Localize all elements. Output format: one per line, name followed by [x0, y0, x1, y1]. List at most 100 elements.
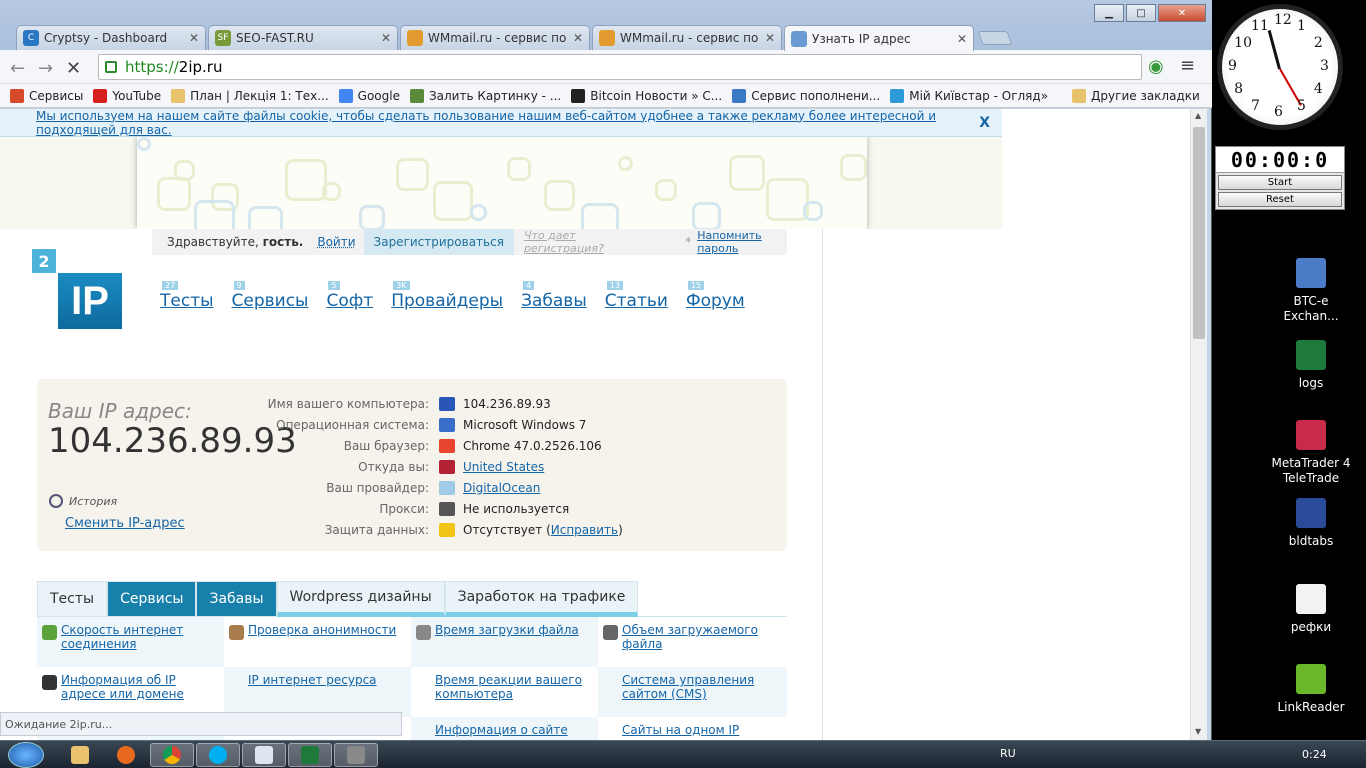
- stop-icon[interactable]: ✕: [66, 58, 81, 79]
- bookmark-item[interactable]: Мій Київстар - Огляд: [890, 88, 1041, 103]
- close-tab-icon[interactable]: ✕: [381, 31, 391, 45]
- language-indicator[interactable]: RU: [1000, 747, 1016, 760]
- close-tab-icon[interactable]: ✕: [189, 31, 199, 45]
- start-button[interactable]: [8, 742, 44, 768]
- service-link[interactable]: Время загрузки файла: [435, 623, 579, 637]
- menu-item[interactable]: 13 Статьи: [605, 281, 668, 311]
- section-tab[interactable]: Забавы: [196, 581, 277, 617]
- menu-label: Сервисы: [231, 291, 309, 311]
- menu-icon[interactable]: ≡: [1180, 55, 1195, 76]
- service-link[interactable]: Проверка анонимности: [248, 623, 396, 637]
- section-tab[interactable]: Тесты: [37, 581, 108, 617]
- menu-item[interactable]: 4 Забавы: [521, 281, 587, 311]
- fix-link[interactable]: Исправить: [551, 523, 618, 537]
- menu-item[interactable]: 5 Софт: [326, 281, 373, 311]
- minimize-button[interactable]: ▁: [1094, 4, 1124, 22]
- bookmark-item[interactable]: Сервисы: [10, 88, 83, 103]
- menu-item[interactable]: 9 Сервисы: [231, 281, 309, 311]
- chrome-icon: [163, 746, 181, 764]
- taskbar-skype[interactable]: [196, 743, 240, 767]
- menu-item[interactable]: 3K Провайдеры: [391, 281, 503, 311]
- bookmark-item[interactable]: Google: [338, 88, 400, 103]
- bookmark-item[interactable]: YouTube: [93, 88, 161, 103]
- stopwatch-start-button[interactable]: Start: [1218, 175, 1342, 190]
- address-bar[interactable]: https://2ip.ru: [98, 54, 1142, 80]
- site-logo[interactable]: 2 IP: [30, 249, 122, 331]
- bookmarks-more[interactable]: »: [1041, 89, 1048, 103]
- bookmark-item[interactable]: Bitcoin Новости » С...: [571, 88, 722, 103]
- bookmark-item[interactable]: План | Лекція 1: Тех...: [171, 88, 329, 103]
- service-link[interactable]: IP интернет ресурса: [248, 673, 377, 687]
- page-content: Мы используем на нашем сайте файлы cooki…: [0, 109, 1190, 740]
- taskbar-firefox[interactable]: [104, 743, 148, 767]
- register-button[interactable]: Зарегистрироваться: [363, 229, 514, 255]
- desktop-shortcut[interactable]: LinkReader: [1271, 664, 1351, 715]
- remind-password-link[interactable]: Напомнить пароль: [697, 229, 787, 255]
- system-clock[interactable]: 0:24: [1302, 748, 1327, 761]
- desktop-shortcut[interactable]: BTC-e Exchan...: [1271, 258, 1351, 324]
- registration-info-link[interactable]: Что дает регистрация?: [524, 229, 635, 255]
- forward-icon[interactable]: →: [38, 58, 53, 79]
- info-row: Откуда вы: United States: [237, 456, 623, 477]
- close-window-button[interactable]: ✕: [1158, 4, 1206, 22]
- taskbar-app[interactable]: [334, 743, 378, 767]
- browser-tab[interactable]: SF SEO-FAST.RU ✕: [208, 25, 398, 50]
- browser-tab[interactable]: C Cryptsy - Dashboard ✕: [16, 25, 206, 50]
- browser-window: ▁ □ ✕ C Cryptsy - Dashboard ✕ SF SEO-FAST.RU…: [0, 0, 1212, 740]
- taskbar-chrome[interactable]: [150, 743, 194, 767]
- bookmark-icon: [93, 88, 108, 103]
- history-link[interactable]: История: [49, 494, 117, 508]
- taskbar-excel[interactable]: [288, 743, 332, 767]
- service-link[interactable]: Скорость интернет соединения: [61, 623, 183, 651]
- change-ip-link[interactable]: Сменить IP-адрес: [65, 516, 185, 531]
- browser-tab[interactable]: Узнать IP адрес ✕: [784, 25, 974, 51]
- desktop-shortcut[interactable]: MetaTrader 4 TeleTrade: [1271, 420, 1351, 486]
- service-link[interactable]: Информация о сайте: [435, 723, 568, 737]
- guest-label: гость.: [262, 235, 304, 249]
- shortcut-label: BTC-e Exchan...: [1283, 294, 1339, 323]
- bookmark-item[interactable]: Залить Картинку - ...: [409, 88, 561, 103]
- desktop-shortcut[interactable]: рефки: [1271, 584, 1351, 635]
- section-tab[interactable]: Wordpress дизайны: [276, 581, 445, 617]
- desktop-shortcut[interactable]: bldtabs: [1271, 498, 1351, 549]
- service-link[interactable]: Время реакции вашего компьютера: [435, 673, 582, 701]
- stopwatch-reset-button[interactable]: Reset: [1218, 192, 1342, 207]
- desktop-shortcut[interactable]: logs: [1271, 340, 1351, 391]
- menu-item[interactable]: 27 Тесты: [160, 281, 214, 311]
- maximize-button[interactable]: □: [1126, 4, 1156, 22]
- shortcut-label: MetaTrader 4 TeleTrade: [1271, 456, 1351, 485]
- info-value-link[interactable]: United States: [463, 460, 544, 474]
- section-tab[interactable]: Сервисы: [107, 581, 197, 617]
- globe-icon[interactable]: ◉: [1148, 56, 1164, 77]
- service-link[interactable]: Объем загружаемого файла: [622, 623, 758, 651]
- cookie-close-button[interactable]: X: [979, 115, 990, 131]
- service-link[interactable]: Система управления сайтом (CMS): [622, 673, 754, 701]
- info-value: Microsoft Windows 7: [463, 417, 587, 432]
- service-link[interactable]: Сайты на одном IP: [622, 723, 739, 737]
- menu-badge: 3K: [393, 281, 410, 290]
- close-tab-icon[interactable]: ✕: [573, 31, 583, 45]
- browser-tab[interactable]: WMmail.ru - сервис почто ✕: [592, 25, 782, 50]
- cookie-text[interactable]: Мы используем на нашем сайте файлы cooki…: [36, 109, 1002, 137]
- folder-icon: [1072, 88, 1087, 103]
- bookmark-item[interactable]: Сервис пополнени...: [732, 88, 880, 103]
- login-link[interactable]: Войти: [317, 235, 355, 249]
- scrollbar-thumb[interactable]: [1193, 127, 1205, 339]
- service-link[interactable]: Информация об IP адресе или домене: [61, 673, 184, 701]
- hour-hand: [1267, 29, 1281, 70]
- info-value-link[interactable]: DigitalOcean: [463, 481, 540, 495]
- info-value-tail: ): [618, 522, 623, 537]
- other-bookmarks[interactable]: Другие закладки: [1072, 88, 1200, 103]
- bookmark-icon: [338, 88, 353, 103]
- taskbar-notepad[interactable]: [242, 743, 286, 767]
- back-icon[interactable]: ←: [10, 58, 25, 79]
- page-scrollbar[interactable]: ▲ ▼: [1190, 109, 1207, 740]
- menu-badge: 13: [606, 281, 623, 290]
- close-tab-icon[interactable]: ✕: [765, 31, 775, 45]
- browser-tab[interactable]: WMmail.ru - сервис почто ✕: [400, 25, 590, 50]
- taskbar-explorer[interactable]: [58, 743, 102, 767]
- menu-item[interactable]: 15 Форум: [686, 281, 745, 311]
- section-tab[interactable]: Заработок на трафике: [444, 581, 639, 617]
- close-tab-icon[interactable]: ✕: [957, 32, 967, 46]
- new-tab-button[interactable]: [977, 31, 1013, 45]
